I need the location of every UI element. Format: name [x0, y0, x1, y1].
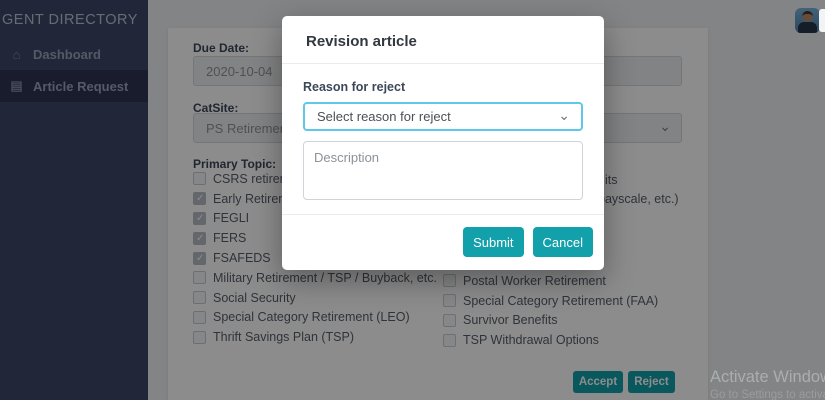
- reason-select-value: Select reason for reject: [317, 109, 451, 124]
- modal-body: Reason for reject Select reason for reje…: [282, 64, 604, 202]
- reason-for-reject-label: Reason for reject: [303, 80, 583, 94]
- modal-header: Revision article: [282, 16, 604, 64]
- modal-title: Revision article: [306, 33, 580, 50]
- edge-panel-sliver: [819, 9, 825, 32]
- revision-article-modal: Revision article Reason for reject Selec…: [282, 16, 604, 270]
- activate-windows-watermark: Activate Windows Go to Settings to activ…: [710, 368, 825, 400]
- chevron-down-icon: ⌄: [558, 107, 570, 124]
- watermark-line2: Go to Settings to activate: [710, 389, 825, 400]
- watermark-line1: Activate Windows: [710, 368, 825, 387]
- reason-select[interactable]: Select reason for reject ⌄: [303, 102, 583, 131]
- submit-button[interactable]: Submit: [463, 227, 523, 257]
- cancel-button[interactable]: Cancel: [533, 227, 593, 257]
- description-textarea[interactable]: [303, 141, 583, 200]
- modal-footer: Submit Cancel: [282, 214, 604, 270]
